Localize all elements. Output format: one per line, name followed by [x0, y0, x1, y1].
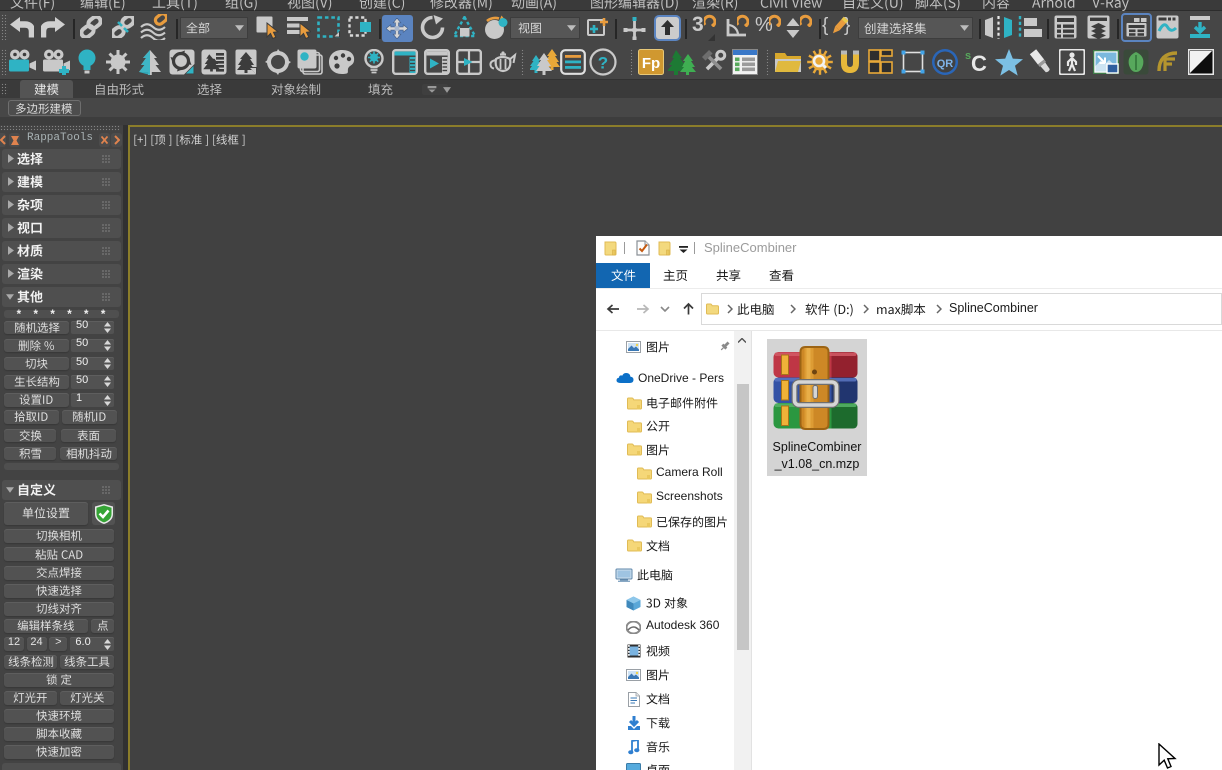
svg-text:Fp: Fp — [642, 55, 660, 72]
svg-text:?: ? — [598, 54, 608, 73]
svg-text:C: C — [971, 51, 987, 75]
svg-text:QR: QR — [937, 58, 954, 70]
svg-text:s: s — [965, 50, 971, 62]
